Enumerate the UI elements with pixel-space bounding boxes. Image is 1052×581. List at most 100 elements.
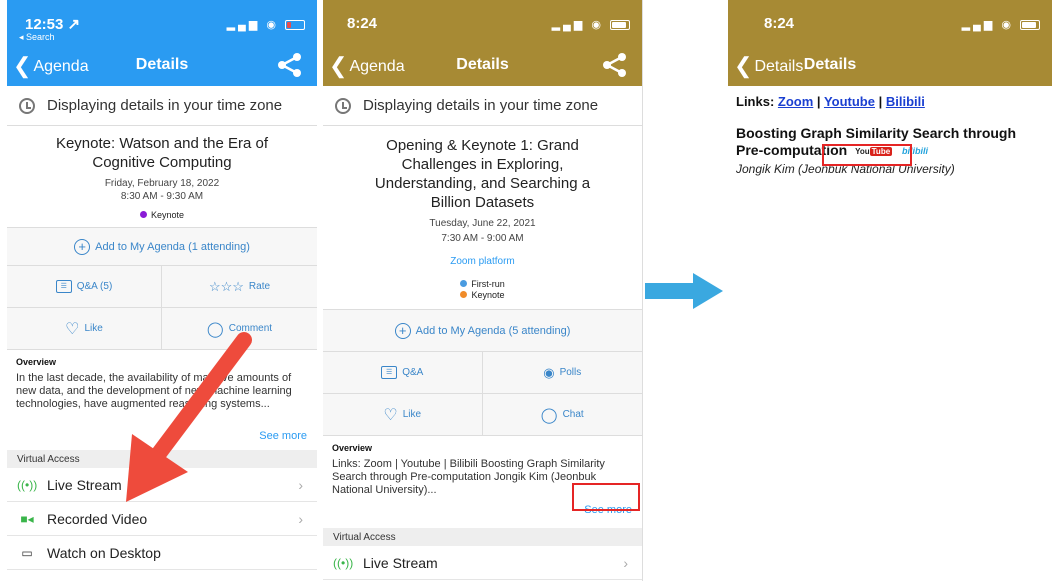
bilibili-link[interactable]: Bilibili <box>886 94 925 109</box>
links-row: Links: Zoom | Youtube | Bilibili <box>736 94 925 109</box>
live-stream-label: Live Stream <box>47 476 122 493</box>
broadcast-icon: ((•)) <box>17 477 38 492</box>
chevron-right-icon: › <box>623 554 628 571</box>
logos-highlight <box>822 144 912 166</box>
qa-icon: ☰ <box>381 366 398 379</box>
tag-dot <box>460 280 468 287</box>
polls-button[interactable]: ◉ Polls <box>482 352 642 394</box>
timezone-banner: Displaying details in your time zone <box>7 86 317 126</box>
battery-icon <box>610 20 630 31</box>
like-label: Like <box>84 323 103 334</box>
session-time: 7:30 AM - 9:00 AM <box>441 233 524 244</box>
polls-label: Polls <box>559 367 582 378</box>
session-tags: Keynote <box>23 210 301 221</box>
tag-label: Keynote <box>150 210 185 220</box>
chat-label: Chat <box>562 409 584 420</box>
timezone-text: Displaying details in your time zone <box>363 97 599 114</box>
session-header: Keynote: Watson and the Era of Cognitive… <box>7 126 317 228</box>
like-label: Like <box>402 409 422 420</box>
chevron-left-icon: ❮ <box>329 53 348 78</box>
monitor-icon: ▭ <box>21 545 33 560</box>
back-label: Details <box>754 58 804 75</box>
share-icon[interactable] <box>277 52 303 78</box>
broadcast-icon: ((•)) <box>333 555 354 570</box>
live-stream-row[interactable]: ((•)) Live Stream › <box>323 546 642 580</box>
session-date: Tuesday, June 22, 2021 <box>429 218 536 229</box>
right-arrow-icon <box>645 273 723 309</box>
timezone-text: Displaying details in your time zone <box>47 97 283 114</box>
status-time: 12:53 ↗ <box>25 16 81 33</box>
session-header: Opening & Keynote 1: Grand Challenges in… <box>323 126 642 310</box>
timezone-banner: Displaying details in your time zone <box>323 86 642 126</box>
virtual-access-heading: Virtual Access <box>323 528 642 546</box>
qa-button[interactable]: ☰ Q&A (5) <box>7 266 162 308</box>
video-icon: ■◂ <box>20 511 34 526</box>
back-button[interactable]: ❮ Agenda <box>329 53 405 79</box>
back-label: Agenda <box>33 58 89 75</box>
back-label: Agenda <box>349 58 405 75</box>
clock-icon <box>335 97 351 114</box>
phone-screen-2: 8:24 ▂▄▆ ◉ ❮ Agenda Details Displaying de… <box>323 0 643 581</box>
qa-button[interactable]: ☰ Q&A <box>323 352 483 394</box>
chevron-right-icon: › <box>298 476 303 493</box>
back-button[interactable]: ❮ Details <box>734 53 803 79</box>
nav-bar: 8:24 ▂▄▆ ◉ ❮ Agenda Details <box>323 0 642 86</box>
status-icons: ▂▄▆ ◉ <box>962 18 1040 31</box>
back-button[interactable]: ❮ Agenda <box>13 53 89 79</box>
chevron-right-icon: › <box>298 510 303 527</box>
overview-heading: Overview <box>332 443 373 453</box>
tag-keynote: Keynote <box>363 290 602 301</box>
clock-icon <box>19 97 35 114</box>
battery-icon <box>1020 20 1040 31</box>
tag-dot <box>460 291 468 298</box>
session-time: 8:30 AM - 9:30 AM <box>120 191 204 202</box>
zoom-platform-link[interactable]: Zoom platform <box>363 256 602 267</box>
status-time: 8:24 <box>347 15 378 32</box>
plus-circle-icon: + <box>394 322 411 339</box>
chevron-left-icon: ❮ <box>13 53 32 78</box>
chat-icon: ◯ <box>540 406 558 424</box>
status-icons: ▂▄▆ ◉ <box>227 18 305 31</box>
see-more-highlight <box>572 483 640 511</box>
tag-dot <box>139 211 147 218</box>
watch-desktop-label: Watch on Desktop <box>47 544 161 561</box>
add-agenda-label: Add to My Agenda (1 attending) <box>95 240 250 253</box>
phone-screen-3: 8:24 ▂▄▆ ◉ ❮ Details Details Links: Zoom … <box>728 0 1052 581</box>
battery-icon <box>285 20 305 31</box>
links-label: Links: <box>736 94 775 109</box>
nav-bar: 8:24 ▂▄▆ ◉ ❮ Details Details <box>728 0 1052 86</box>
nav-bar: 12:53 ↗ ◂ Search ▂▄▆ ◉ ❮ Agenda Details <box>7 0 317 86</box>
zoom-link[interactable]: Zoom <box>778 94 813 109</box>
heart-icon: ♡ <box>383 406 398 424</box>
rate-button[interactable]: ☆☆☆ Rate <box>162 266 317 308</box>
polls-icon: ◉ <box>543 364 555 380</box>
session-title: Opening & Keynote 1: Grand Challenges in… <box>374 137 591 211</box>
recorded-video-label: Recorded Video <box>47 510 148 527</box>
status-icons: ▂▄▆ ◉ <box>552 18 630 31</box>
red-pointer-arrow <box>126 332 252 502</box>
session-date: Friday, February 18, 2022 <box>104 178 220 189</box>
status-back-search[interactable]: ◂ Search <box>19 32 55 43</box>
rate-label: Rate <box>248 281 271 292</box>
heart-icon: ♡ <box>65 320 80 338</box>
action-grid: ☰ Q&A ◉ Polls ♡ Like ◯ Chat <box>323 352 642 436</box>
qa-icon: ☰ <box>55 280 72 293</box>
add-agenda-label: Add to My Agenda (5 attending) <box>415 324 571 337</box>
qa-label: Q&A <box>402 367 424 378</box>
add-to-agenda-button[interactable]: + Add to My Agenda (1 attending) <box>7 228 317 266</box>
session-tags: First-run Keynote <box>363 279 602 301</box>
tag-label: First-run <box>471 279 505 289</box>
watch-desktop-row[interactable]: ▭ Watch on Desktop <box>7 536 317 570</box>
youtube-link[interactable]: Youtube <box>824 94 875 109</box>
qa-label: Q&A (5) <box>76 281 113 292</box>
tag-label: Keynote <box>471 290 505 300</box>
session-title: Keynote: Watson and the Era of Cognitive… <box>55 135 269 171</box>
chat-button[interactable]: ◯ Chat <box>482 394 642 436</box>
like-button[interactable]: ♡ Like <box>323 394 483 436</box>
share-icon[interactable] <box>602 52 628 78</box>
star-icon: ☆☆☆ <box>208 278 244 294</box>
live-stream-label: Live Stream <box>363 554 438 571</box>
add-to-agenda-button[interactable]: + Add to My Agenda (5 attending) <box>323 310 642 352</box>
plus-circle-icon: + <box>74 238 91 255</box>
chevron-left-icon: ❮ <box>734 53 753 78</box>
